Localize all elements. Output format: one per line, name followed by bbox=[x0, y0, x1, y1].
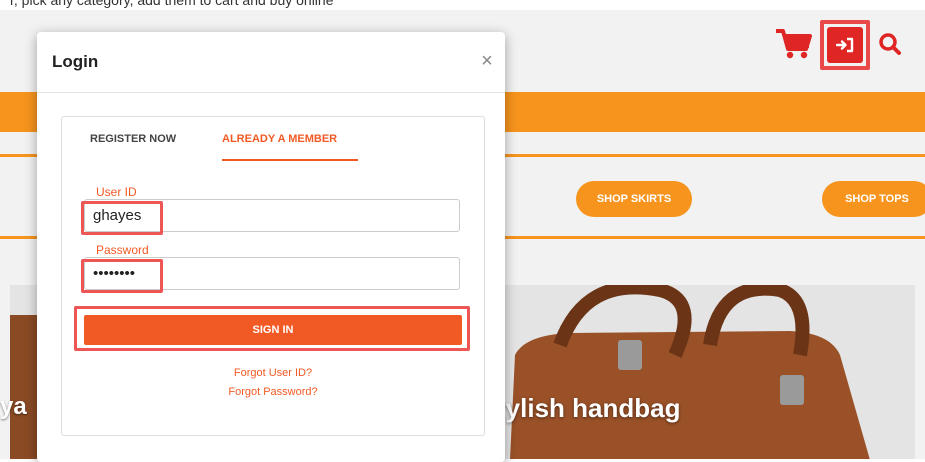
sign-in-highlight bbox=[74, 306, 470, 351]
tab-register-now[interactable]: REGISTER NOW bbox=[90, 133, 176, 145]
modal-divider bbox=[37, 92, 505, 93]
hero-text-right: tylish handbag bbox=[497, 393, 681, 423]
login-icon bbox=[836, 37, 854, 53]
user-id-label: User ID bbox=[96, 185, 137, 199]
shop-tops-button[interactable]: SHOP TOPS bbox=[822, 181, 925, 217]
login-modal: Login × REGISTER NOW ALREADY A MEMBER Us… bbox=[37, 32, 505, 462]
header-icons bbox=[770, 20, 920, 82]
cart-icon[interactable] bbox=[775, 28, 813, 60]
shop-skirts-button[interactable]: SHOP SKIRTS bbox=[576, 181, 692, 217]
top-strip-text: r, pick any category, add them to cart a… bbox=[10, 0, 334, 8]
top-strip: r, pick any category, add them to cart a… bbox=[0, 0, 925, 8]
forgot-password-link[interactable]: Forgot Password? bbox=[62, 386, 484, 398]
hero-text-left: ya bbox=[0, 393, 27, 420]
user-id-highlight bbox=[81, 201, 163, 235]
search-icon[interactable] bbox=[878, 32, 902, 56]
close-icon[interactable]: × bbox=[477, 51, 497, 71]
login-button-highlight bbox=[820, 20, 870, 70]
active-tab-underline bbox=[222, 159, 358, 161]
login-button[interactable] bbox=[827, 27, 863, 63]
modal-title: Login bbox=[52, 52, 99, 71]
password-label: Password bbox=[96, 243, 149, 257]
password-highlight bbox=[81, 259, 163, 293]
tab-already-a-member[interactable]: ALREADY A MEMBER bbox=[222, 133, 337, 145]
forgot-user-id-link[interactable]: Forgot User ID? bbox=[62, 367, 484, 379]
login-panel: REGISTER NOW ALREADY A MEMBER User ID gh… bbox=[61, 116, 485, 436]
